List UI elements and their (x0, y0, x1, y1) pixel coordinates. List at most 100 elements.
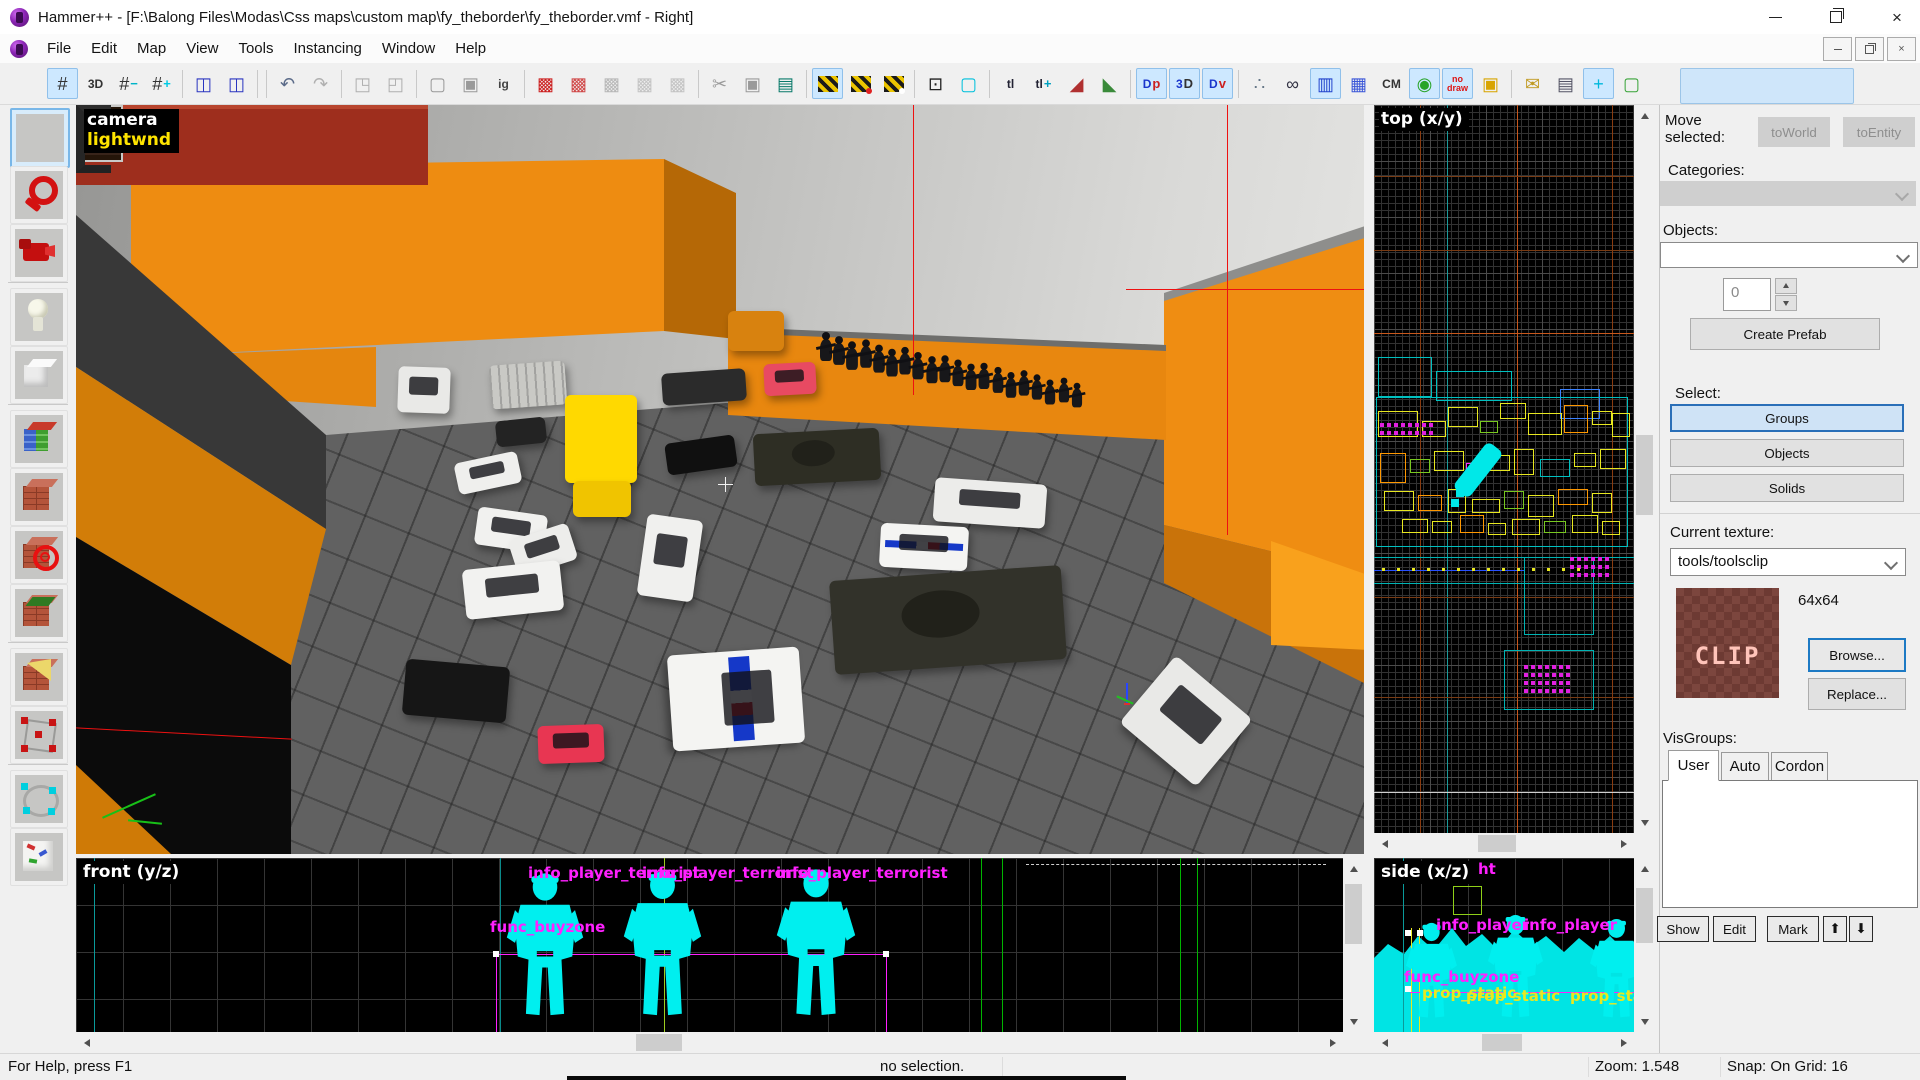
displacement-solid-mask-button[interactable]: Dv (1202, 68, 1233, 99)
menu-window[interactable]: Window (372, 36, 445, 61)
apply-overlays-tool[interactable] (10, 584, 68, 642)
quick-hide-objects-button[interactable]: ▩ (629, 68, 660, 99)
screenshot-button[interactable]: ▤ (1550, 68, 1581, 99)
scroll-thumb[interactable] (1636, 888, 1653, 943)
viewport-front-2d[interactable]: info_player_terroristinfo_player_terrori… (76, 858, 1343, 1032)
select-solids-button[interactable]: Solids (1670, 474, 1904, 502)
to-world-button[interactable]: toWorld (1758, 117, 1830, 147)
toggle-radius-culling-button[interactable] (878, 68, 909, 99)
selection-handle[interactable] (883, 951, 889, 957)
copy-button[interactable]: ▣ (737, 68, 768, 99)
scroll-thumb[interactable] (636, 1034, 682, 1051)
paste-button[interactable]: ▤ (770, 68, 801, 99)
cut-button[interactable]: ✂ (704, 68, 735, 99)
selection-handle[interactable] (1417, 930, 1423, 936)
top-viewport-vscrollbar[interactable] (1634, 105, 1655, 833)
select-groups-button[interactable]: Groups (1670, 404, 1904, 432)
visgroup-show-button[interactable]: Show (1657, 916, 1709, 942)
entity-tool[interactable] (10, 288, 68, 346)
toggle-grid-button[interactable]: # (47, 68, 78, 99)
select-inside-button[interactable]: ▢ (953, 68, 984, 99)
morph-path-tool[interactable] (10, 770, 68, 828)
instancing-tool[interactable] (10, 828, 68, 886)
viewport-top-2d[interactable]: top (x/y) (1374, 105, 1634, 833)
carve-button[interactable]: ◳ (347, 68, 378, 99)
minimize-button[interactable] (1752, 0, 1798, 34)
to-entity-button[interactable]: toEntity (1843, 117, 1915, 147)
visgroups-list[interactable] (1662, 780, 1918, 908)
toggle-cordon-button[interactable] (812, 68, 843, 99)
model-fade-preview-button[interactable]: ▥ (1310, 68, 1341, 99)
side-viewport-hscrollbar[interactable] (1374, 1032, 1634, 1053)
mdi-close-button[interactable]: × (1887, 37, 1916, 61)
clipping-tool[interactable] (10, 648, 68, 706)
selection-handle[interactable] (1405, 986, 1411, 992)
visgroup-move-up-button[interactable]: ⬆ (1823, 916, 1847, 942)
apply-texture-cross-button[interactable]: + (1583, 68, 1614, 99)
select-objects-button[interactable]: Objects (1670, 439, 1904, 467)
side-viewport-vscrollbar[interactable] (1634, 858, 1655, 1032)
menu-edit[interactable]: Edit (81, 36, 127, 61)
texture-application-tool[interactable] (10, 410, 68, 468)
menu-tools[interactable]: Tools (228, 36, 283, 61)
browse-button[interactable]: Browse... (1808, 638, 1906, 672)
mdi-restore-button[interactable] (1855, 37, 1884, 61)
smaller-grid-button[interactable]: #− (113, 68, 144, 99)
scroll-thumb[interactable] (1636, 435, 1653, 515)
edit-cordon-button[interactable] (845, 68, 876, 99)
scroll-thumb[interactable] (1482, 1034, 1522, 1051)
magnify-tool[interactable] (10, 166, 68, 224)
menu-help[interactable]: Help (445, 36, 496, 61)
restore-button[interactable] (1813, 0, 1859, 34)
menu-instancing[interactable]: Instancing (284, 36, 372, 61)
visgroups-tab-auto[interactable]: Auto (1721, 752, 1769, 781)
texture-scale-lock-button[interactable]: tl+ (1028, 68, 1059, 99)
mdi-minimize-button[interactable] (1823, 37, 1852, 61)
create-prefab-button[interactable]: Create Prefab (1690, 318, 1880, 350)
toggle-3d-grid-button[interactable]: 3D (80, 68, 111, 99)
sculpt-tool-button[interactable]: ▢ (1616, 68, 1647, 99)
toggle-helpers-button[interactable]: ∞ (1277, 68, 1308, 99)
top-viewport-hscrollbar[interactable] (1374, 833, 1634, 854)
quick-hide-unselected-button[interactable]: ▩ (662, 68, 693, 99)
categories-dropdown[interactable] (1660, 181, 1916, 206)
group-button[interactable]: ▢ (422, 68, 453, 99)
front-viewport-vscrollbar[interactable] (1343, 858, 1364, 1032)
menu-file[interactable]: File (37, 36, 81, 61)
visgroup-edit-button[interactable]: Edit (1713, 916, 1756, 942)
scroll-thumb[interactable] (1345, 884, 1362, 944)
align-to-world-button[interactable]: ◣ (1094, 68, 1125, 99)
replace-button[interactable]: Replace... (1808, 678, 1906, 710)
spinner-down-button[interactable] (1775, 295, 1797, 311)
texture-lock-button[interactable]: tl (995, 68, 1026, 99)
visgroup-mark-button[interactable]: Mark (1767, 916, 1819, 942)
spinner-up-button[interactable] (1775, 278, 1797, 294)
detail-props-button[interactable]: ▦ (1343, 68, 1374, 99)
displacement-3d-view-button[interactable]: 3D (1169, 68, 1200, 99)
collision-model-button[interactable]: CM (1376, 68, 1407, 99)
prefab-count-field[interactable]: 0 (1723, 278, 1771, 311)
align-to-face-button[interactable]: ◢ (1061, 68, 1092, 99)
scroll-thumb[interactable] (1478, 835, 1516, 852)
larger-grid-button[interactable]: #+ (146, 68, 177, 99)
camera-tool[interactable] (10, 224, 68, 282)
selection-tool[interactable] (10, 108, 70, 168)
displacement-mask-button[interactable]: Dp (1136, 68, 1167, 99)
toggle-nodraw-button[interactable]: nodraw (1442, 68, 1473, 99)
selection-handle[interactable] (1405, 930, 1411, 936)
lightmap-grid-button[interactable]: ▣ (1475, 68, 1506, 99)
apply-current-texture-tool[interactable] (10, 468, 68, 526)
entity-sprinkle-button[interactable]: ∴ (1244, 68, 1275, 99)
undo-button[interactable]: ↶ (272, 68, 303, 99)
save-window-state-button[interactable]: ◫ (221, 68, 252, 99)
front-viewport-hscrollbar[interactable] (76, 1032, 1343, 1053)
viewport-3d-camera[interactable]: camera lightwnd (76, 105, 1364, 854)
hide-selected-button[interactable]: ▩ (530, 68, 561, 99)
visgroups-tab-user[interactable]: User (1668, 750, 1719, 781)
load-window-state-button[interactable]: ◫ (188, 68, 219, 99)
apply-decals-tool[interactable] (10, 526, 68, 584)
make-hollow-button[interactable]: ◰ (380, 68, 411, 99)
select-touching-button[interactable]: ⊡ (920, 68, 951, 99)
menu-view[interactable]: View (176, 36, 228, 61)
objects-dropdown[interactable] (1660, 242, 1918, 268)
